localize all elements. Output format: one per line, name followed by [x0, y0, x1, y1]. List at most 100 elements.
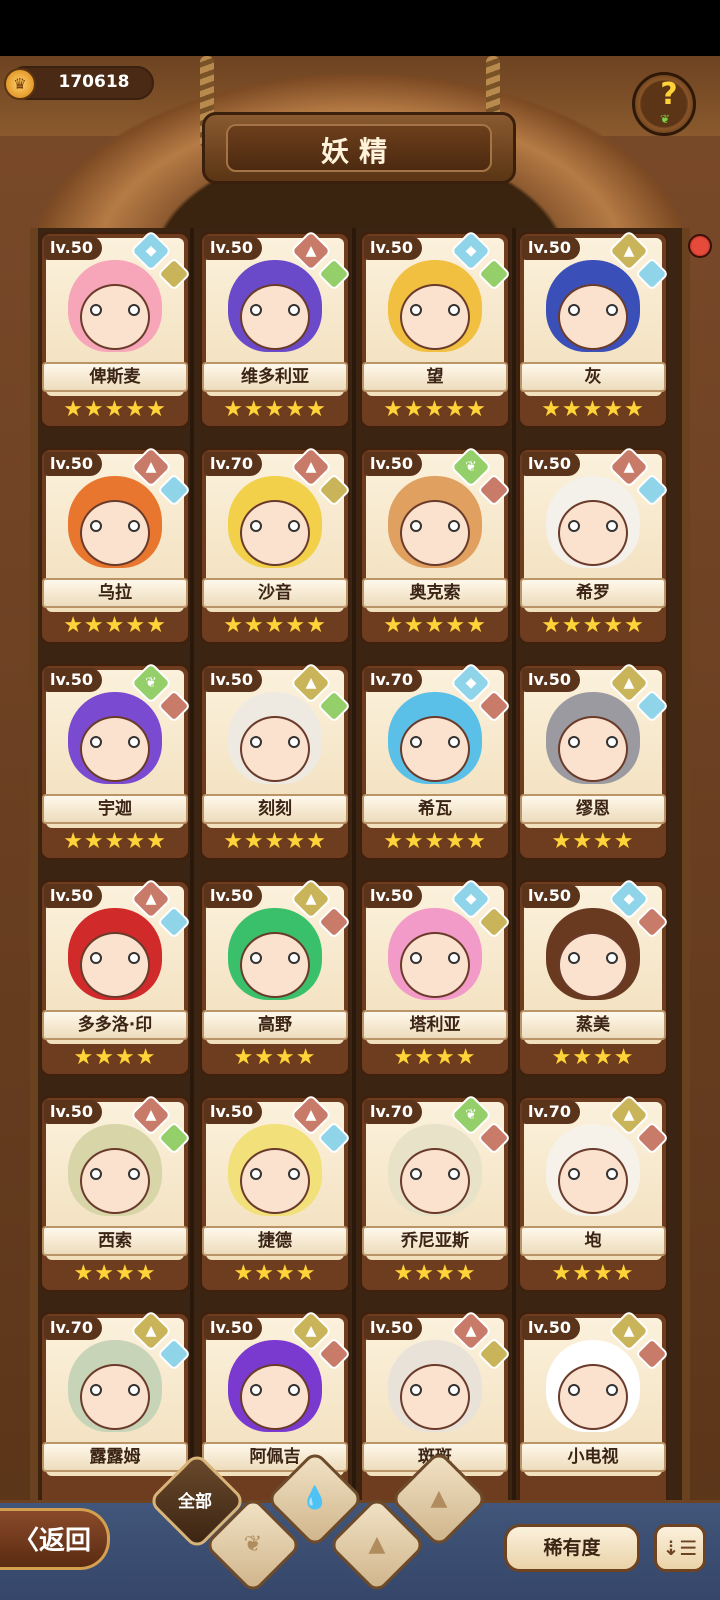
fairy-name: 乌拉 — [42, 578, 188, 608]
star-rating: ★★★★★ — [541, 397, 645, 422]
water-glyph-icon: ◆ — [145, 243, 157, 259]
fairy-card[interactable]: lv.50 ◆ 俾斯麦 ★★★★★ — [40, 229, 191, 428]
fairy-card[interactable]: lv.50 ▲ 刻刻 ★★★★★ — [200, 661, 351, 860]
level-badge: lv.50 — [522, 236, 580, 260]
fairy-name: 高野 — [202, 1010, 348, 1040]
fairy-card[interactable]: lv.70 ◆ 希瓦 ★★★★★ — [360, 661, 511, 860]
water-glyph-icon: ◆ — [623, 891, 635, 907]
water-glyph-icon: ◆ — [465, 243, 477, 259]
fairy-card[interactable]: lv.50 ▲ 灰 ★★★★★ — [518, 229, 669, 428]
eye — [288, 736, 300, 748]
eye — [410, 520, 422, 532]
wind-glyph-icon: ❦ — [465, 459, 477, 475]
star-rating: ★★★★ — [73, 1261, 157, 1286]
fairy-name: 宇迦 — [42, 794, 188, 824]
fairy-eyes — [250, 1168, 300, 1180]
eye — [288, 1168, 300, 1180]
earth-glyph-icon: ▲ — [623, 1107, 635, 1123]
fairy-card[interactable]: lv.50 ▲ 西索 ★★★★ — [40, 1093, 191, 1292]
eye — [606, 736, 618, 748]
fairy-card[interactable]: lv.70 ▲ 垉 ★★★★ — [518, 1093, 669, 1292]
star-rating: ★★★★ — [393, 1045, 477, 1070]
fairy-face — [558, 284, 628, 350]
star-rating: ★★★★★ — [383, 613, 487, 638]
fairy-eyes — [568, 736, 618, 748]
wind-glyph-icon: ❦ — [145, 675, 157, 691]
eye — [606, 952, 618, 964]
eye — [410, 1384, 422, 1396]
fairy-eyes — [90, 1384, 140, 1396]
fairy-card[interactable]: lv.70 ❦ 乔尼亚斯 ★★★★ — [360, 1093, 511, 1292]
eye — [606, 1168, 618, 1180]
star-rating: ★★★★★ — [383, 397, 487, 422]
fairy-eyes — [90, 736, 140, 748]
star-rating: ★★★★★ — [63, 829, 167, 854]
eye — [288, 520, 300, 532]
fairy-face — [240, 1148, 310, 1214]
star-rating: ★★★★ — [393, 1261, 477, 1286]
fairy-face — [558, 1148, 628, 1214]
fairy-card[interactable]: lv.50 ▲ 缪恩 ★★★★ — [518, 661, 669, 860]
fairy-name: 奥克索 — [362, 578, 508, 608]
level-badge: lv.50 — [204, 1100, 262, 1124]
eye — [568, 736, 580, 748]
fairy-card[interactable]: lv.50 ◆ 塔利亚 ★★★★ — [360, 877, 511, 1076]
eye — [128, 304, 140, 316]
eye — [90, 1384, 102, 1396]
rarity-sort-button[interactable]: 稀有度 — [504, 1524, 640, 1572]
eye — [606, 520, 618, 532]
level-badge: lv.50 — [44, 884, 102, 908]
fairy-name: 刻刻 — [202, 794, 348, 824]
fairy-name: 希罗 — [520, 578, 666, 608]
fairy-name: 露露姆 — [42, 1442, 188, 1472]
fairy-card[interactable]: lv.70 ▲ 沙音 ★★★★★ — [200, 445, 351, 644]
fairy-card[interactable]: lv.50 ❦ 宇迦 ★★★★★ — [40, 661, 191, 860]
fairy-card[interactable]: lv.50 ▲ 小电视 — [518, 1309, 669, 1508]
eye — [568, 520, 580, 532]
question-icon[interactable]: ? — [654, 80, 684, 110]
fairy-eyes — [250, 1384, 300, 1396]
fairy-card[interactable]: lv.50 ◆ 蒸美 ★★★★ — [518, 877, 669, 1076]
fairy-card[interactable]: lv.50 ◆ 望 ★★★★★ — [360, 229, 511, 428]
fairy-card[interactable]: lv.50 ▲ 多多洛·印 ★★★★ — [40, 877, 191, 1076]
fairy-name: 蒸美 — [520, 1010, 666, 1040]
level-badge: lv.50 — [522, 452, 580, 476]
fairy-eyes — [410, 952, 460, 964]
star-rating: ★★★★ — [551, 829, 635, 854]
eye — [90, 304, 102, 316]
fairy-card[interactable]: lv.50 ▲ 维多利亚 ★★★★★ — [200, 229, 351, 428]
fairy-card[interactable]: lv.50 ❦ 奥克索 ★★★★★ — [360, 445, 511, 644]
fairy-card[interactable]: lv.70 ▲ 露露姆 — [40, 1309, 191, 1508]
board-divider — [512, 228, 516, 1518]
eye — [90, 736, 102, 748]
water-glyph-icon: ◆ — [465, 675, 477, 691]
level-badge: lv.50 — [44, 452, 102, 476]
eye — [448, 1384, 460, 1396]
fairy-card[interactable]: lv.50 ▲ 希罗 ★★★★★ — [518, 445, 669, 644]
fairy-eyes — [568, 1384, 618, 1396]
fire-glyph-icon: ▲ — [465, 1323, 477, 1339]
fairy-eyes — [250, 304, 300, 316]
fairy-name: 维多利亚 — [202, 362, 348, 392]
fairy-face — [80, 932, 150, 998]
fairy-card[interactable]: lv.50 ▲ 高野 ★★★★ — [200, 877, 351, 1076]
star-rating: ★★★★ — [233, 1261, 317, 1286]
eye — [250, 1168, 262, 1180]
eye — [448, 1168, 460, 1180]
fairy-face — [240, 1364, 310, 1430]
fairy-card[interactable]: lv.50 ▲ 捷德 ★★★★ — [200, 1093, 351, 1292]
star-rating: ★★★★ — [233, 1045, 317, 1070]
fairy-face — [400, 932, 470, 998]
fairy-card[interactable]: lv.50 ▲ 乌拉 ★★★★★ — [40, 445, 191, 644]
fire-glyph-icon: ▲ — [305, 243, 317, 259]
fairy-face — [400, 1148, 470, 1214]
level-badge: lv.50 — [522, 1316, 580, 1340]
back-button-label[interactable]: 〈返回 — [6, 1520, 98, 1557]
sort-order-button[interactable]: ⇣☰ — [654, 1524, 706, 1572]
level-badge: lv.50 — [364, 1316, 422, 1340]
eye — [410, 304, 422, 316]
fairy-name: 缪恩 — [520, 794, 666, 824]
level-badge: lv.70 — [522, 1100, 580, 1124]
star-rating: ★★★★ — [551, 1045, 635, 1070]
currency-value: 170618 — [58, 72, 130, 92]
